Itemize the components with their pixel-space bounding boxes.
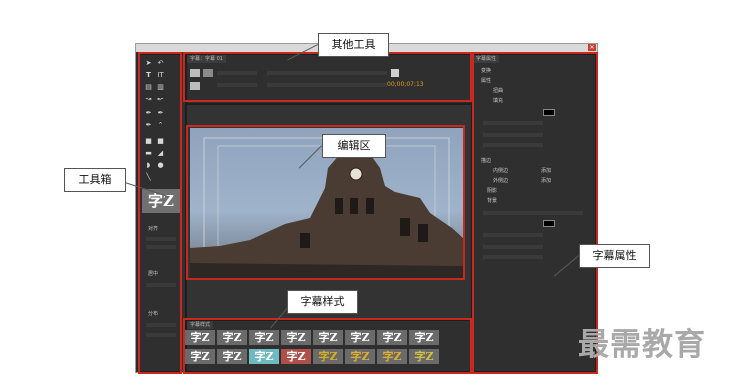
- callout-edit-area: 编辑区: [322, 134, 386, 158]
- toolbar-highlight: [183, 52, 472, 102]
- callout-other-tools: 其他工具: [318, 33, 389, 57]
- toolbox-highlight: [138, 52, 182, 374]
- callout-title-properties: 字幕属性: [579, 244, 650, 268]
- close-icon[interactable]: ✕: [588, 44, 596, 51]
- styles-highlight: [183, 318, 472, 374]
- callout-toolbox: 工具箱: [64, 168, 126, 192]
- callout-title-style: 字幕样式: [287, 290, 358, 314]
- watermark-text: 最需教育: [578, 327, 706, 363]
